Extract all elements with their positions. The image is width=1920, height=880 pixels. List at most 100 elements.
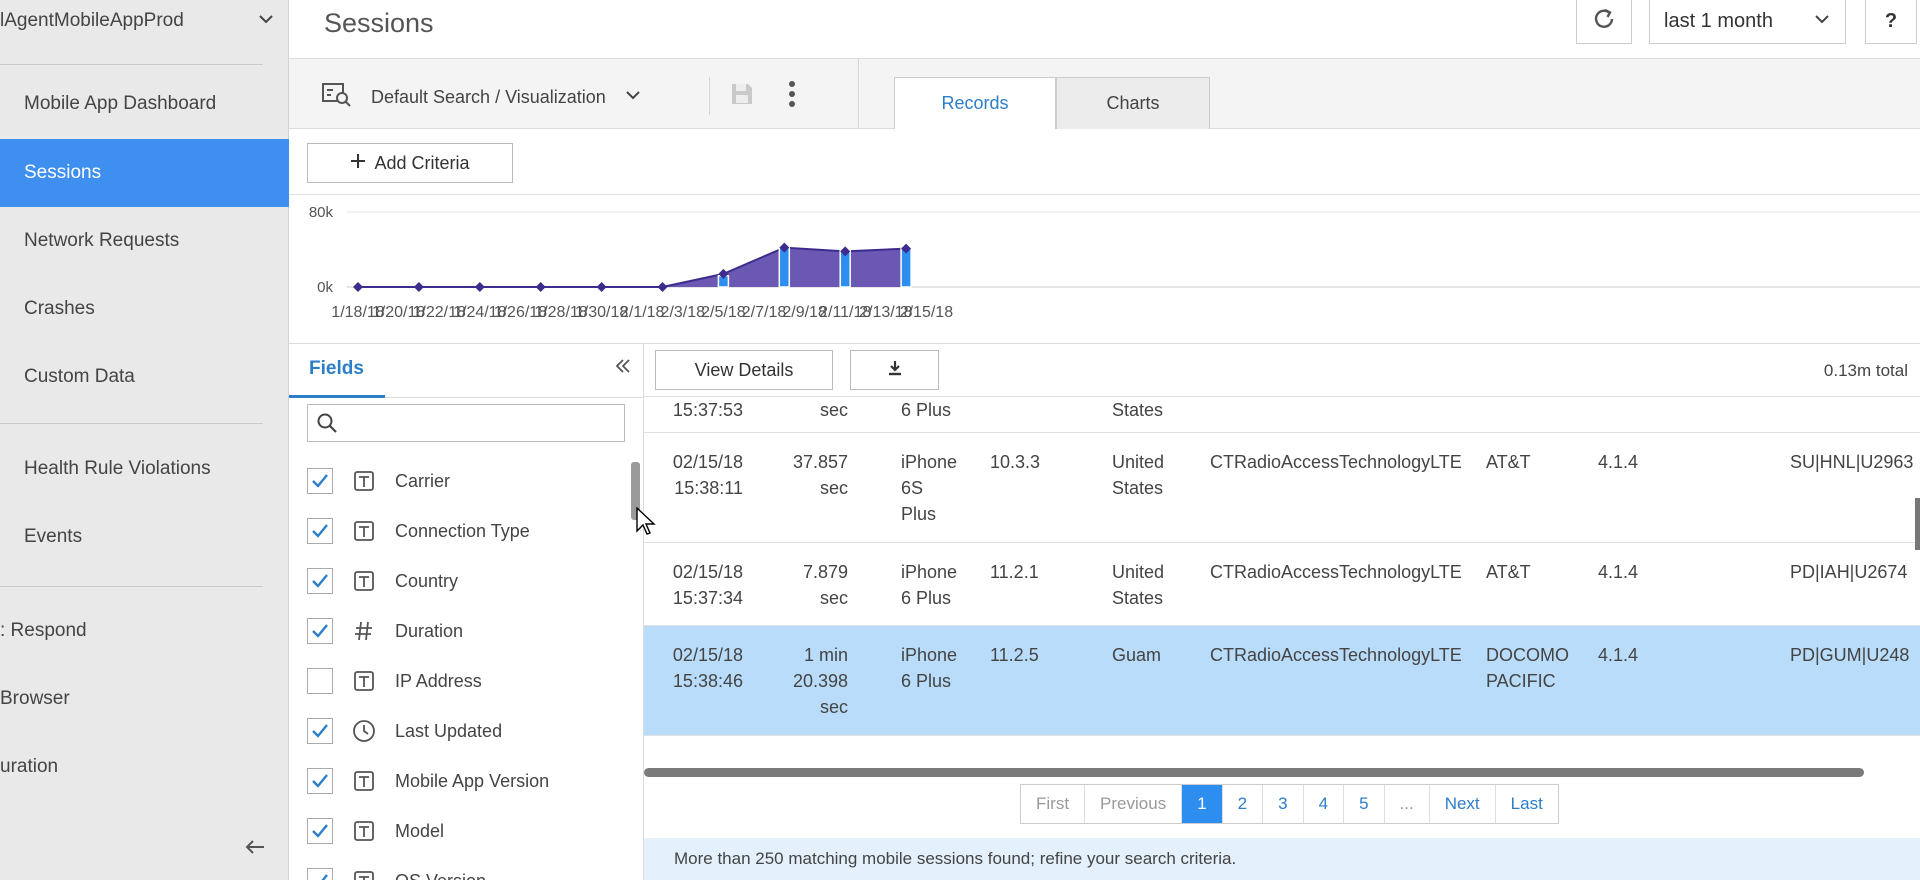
field-label: Connection Type xyxy=(395,520,530,541)
cell-country: States xyxy=(1112,397,1202,423)
cell-line: United xyxy=(1112,562,1165,582)
field-item[interactable]: Carrier xyxy=(307,456,617,506)
fields-tab[interactable]: Fields xyxy=(309,358,364,380)
page-title: Sessions xyxy=(324,8,434,38)
cell-os: 10.3.3 xyxy=(990,452,1041,472)
page-5-button[interactable]: 5 xyxy=(1344,785,1385,823)
sidebar-item-crashes[interactable]: Crashes xyxy=(0,275,289,343)
text-type-icon xyxy=(351,868,377,880)
time-range-dropdown[interactable]: last 1 month xyxy=(1649,0,1846,44)
collapse-sidebar-icon[interactable] xyxy=(244,836,266,862)
download-button[interactable] xyxy=(850,350,939,390)
field-item[interactable]: Mobile App Version xyxy=(307,756,617,806)
field-item[interactable]: Country xyxy=(307,556,617,606)
results-notice: More than 250 matching mobile sessions f… xyxy=(644,838,1920,880)
cell-line: Guam xyxy=(1112,645,1162,665)
fields-panel: Fields Carrier Connection Type Country Dura… xyxy=(289,344,644,880)
sidebar-item-events[interactable]: Events xyxy=(0,503,289,571)
search-selector[interactable]: Default Search / Visualization xyxy=(321,81,642,114)
field-label: IP Address xyxy=(395,670,482,691)
sidebar-item-respond[interactable]: : Respond xyxy=(0,597,289,665)
horizontal-scrollbar[interactable] xyxy=(644,768,1864,777)
field-item[interactable]: Last Updated xyxy=(307,706,617,756)
chevron-down-icon xyxy=(1813,10,1831,34)
page-4-button[interactable]: 4 xyxy=(1303,785,1345,823)
previous-page-button[interactable]: Previous xyxy=(1085,785,1183,823)
save-icon[interactable] xyxy=(729,81,755,112)
add-criteria-button[interactable]: Add Criteria xyxy=(307,143,513,183)
checkbox-unchecked[interactable] xyxy=(307,668,333,694)
checkbox-checked[interactable] xyxy=(307,518,333,544)
refresh-button[interactable] xyxy=(1576,0,1632,44)
cell-duration: 1 min 20.398 sec xyxy=(752,642,848,720)
help-button[interactable]: ? xyxy=(1865,0,1917,44)
sidebar-item-health-rule-violations[interactable]: Health Rule Violations xyxy=(0,435,289,503)
vertical-scrollbar[interactable] xyxy=(1915,498,1920,550)
data-point xyxy=(474,282,485,292)
sidebar-item-mobile-app-dashboard[interactable]: Mobile App Dashboard xyxy=(0,70,289,138)
bar-marker xyxy=(778,246,791,288)
sidebar-item-label: : Respond xyxy=(0,620,87,641)
cell-time: 02/15/18 15:38:11 xyxy=(668,449,743,501)
page-2-button[interactable]: 2 xyxy=(1222,785,1264,823)
first-page-button[interactable]: First xyxy=(1021,785,1086,823)
checkbox-checked[interactable] xyxy=(307,768,333,794)
field-item[interactable]: Model xyxy=(307,806,617,856)
sidebar: lAgentMobileAppProd Mobile App Dashboard… xyxy=(0,0,289,880)
field-item[interactable]: OS Version xyxy=(307,856,617,880)
page-1-button[interactable]: 1 xyxy=(1182,785,1223,823)
sidebar-item-custom-data[interactable]: Custom Data xyxy=(0,343,289,411)
checkbox-checked[interactable] xyxy=(307,568,333,594)
table-row[interactable]: 02/15/18 15:38:11 37.857 sec iPhone 6S Plus 10.… xyxy=(644,433,1920,543)
sidebar-item-configuration[interactable]: uration xyxy=(0,733,289,801)
tab-label: Charts xyxy=(1106,93,1160,113)
cell-extra: PD|IAH|U2674 xyxy=(1790,562,1908,582)
sidebar-item-label: Sessions xyxy=(24,162,102,183)
checkbox-checked[interactable] xyxy=(307,718,333,744)
sidebar-item-network-requests[interactable]: Network Requests xyxy=(0,207,289,275)
sidebar-item-sessions[interactable]: Sessions xyxy=(0,139,289,207)
tab-records[interactable]: Records xyxy=(894,77,1056,129)
chevron-down-icon xyxy=(257,10,275,34)
last-page-button[interactable]: Last xyxy=(1495,785,1558,823)
fields-tab-indicator xyxy=(289,395,385,398)
field-label: Country xyxy=(395,570,459,591)
tab-charts[interactable]: Charts xyxy=(1056,77,1210,129)
cell-country: Guam xyxy=(1112,642,1202,668)
cell-version: 4.1.4 xyxy=(1598,452,1639,472)
app-selector[interactable]: lAgentMobileAppProd xyxy=(0,0,289,42)
cell-duration: 7.879 sec xyxy=(752,559,848,611)
field-label: Model xyxy=(395,820,445,841)
field-item[interactable]: IP Address xyxy=(307,656,617,706)
collapse-fields-icon[interactable] xyxy=(613,356,633,382)
data-point xyxy=(413,282,424,292)
checkbox-checked[interactable] xyxy=(307,868,333,880)
cell-line: sec xyxy=(819,400,848,420)
cell-model: 6 Plus xyxy=(901,397,981,423)
next-page-button[interactable]: Next xyxy=(1429,785,1496,823)
cell-model: iPhone 6 Plus xyxy=(901,559,981,611)
sidebar-item-label: Network Requests xyxy=(24,230,180,251)
checkbox-checked[interactable] xyxy=(307,818,333,844)
checkbox-checked[interactable] xyxy=(307,468,333,494)
table-row[interactable]: 02/15/18 15:38:46 1 min 20.398 sec iPhone 6 Pl… xyxy=(644,626,1920,736)
fields-search-input[interactable] xyxy=(307,404,625,442)
x-tick-label: 2/7/18 xyxy=(742,304,787,321)
field-label: Duration xyxy=(395,620,464,641)
checkbox-checked[interactable] xyxy=(307,618,333,644)
sidebar-item-browser[interactable]: Browser xyxy=(0,665,289,733)
toolbar-divider xyxy=(858,59,859,129)
field-item[interactable]: Connection Type xyxy=(307,506,617,556)
data-point xyxy=(353,282,363,292)
clock-icon xyxy=(351,718,377,744)
more-options-icon[interactable] xyxy=(785,79,799,114)
cell-country: United States xyxy=(1112,449,1202,501)
page-3-button[interactable]: 3 xyxy=(1263,785,1304,823)
table-row[interactable]: 02/15/18 15:37:34 7.879 sec iPhone 6 Plus 11.2… xyxy=(644,543,1920,626)
table-row[interactable]: 15:37:53 sec 6 Plus States xyxy=(644,397,1920,433)
view-details-button[interactable]: View Details xyxy=(655,350,833,390)
cell-line: DOCOMO xyxy=(1486,645,1569,665)
search-name: Default Search / Visualization xyxy=(371,87,606,107)
cell-line: 15:37:53 xyxy=(672,400,743,420)
field-item[interactable]: Duration xyxy=(307,606,617,656)
